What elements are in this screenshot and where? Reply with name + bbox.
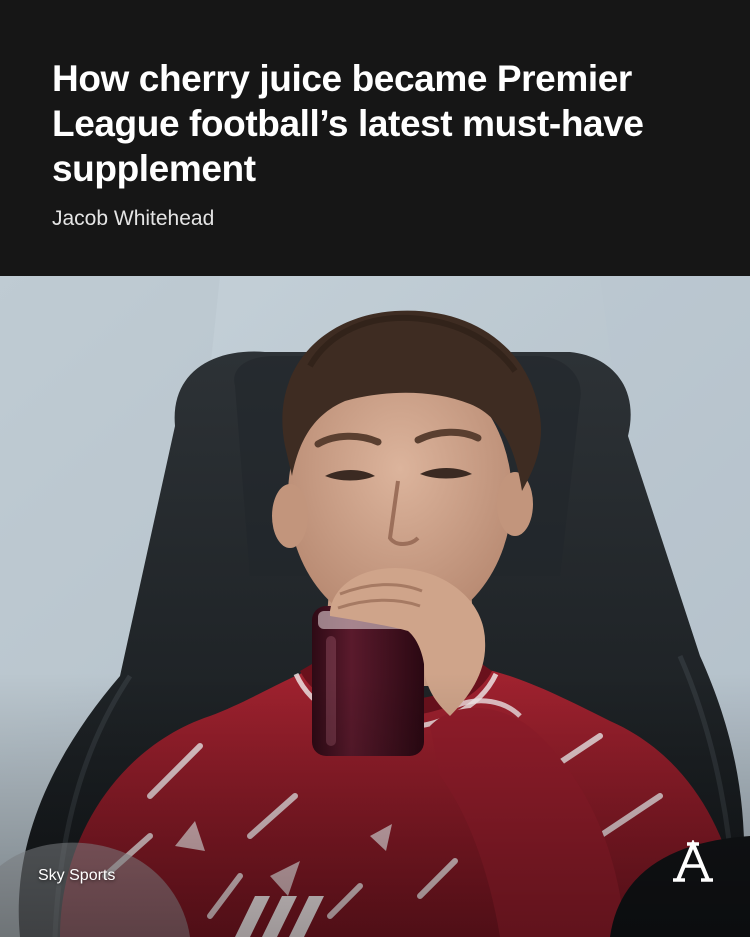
author-byline[interactable]: Jacob Whitehead: [52, 206, 214, 232]
player-drinking-illustration: [0, 276, 750, 937]
article-photo: Sky Sports: [0, 276, 750, 937]
athletic-a-logo-icon: [672, 840, 714, 884]
article-header: How cherry juice became Premier League f…: [0, 0, 750, 276]
photo-credit: Sky Sports: [38, 867, 116, 884]
article-headline[interactable]: How cherry juice became Premier League f…: [52, 56, 712, 191]
article-card[interactable]: How cherry juice became Premier League f…: [0, 0, 750, 937]
